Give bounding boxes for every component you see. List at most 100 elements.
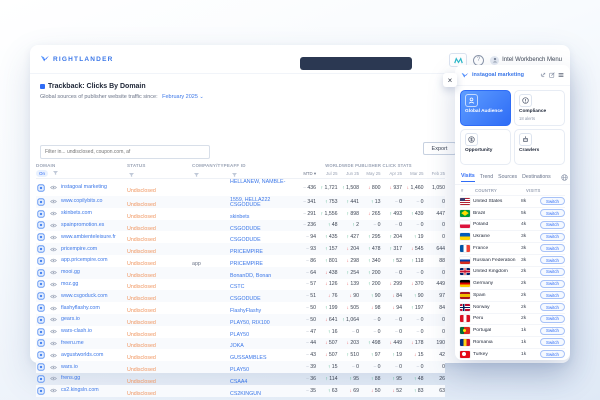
switch-button[interactable]: Switch (540, 197, 565, 205)
title-bullet-icon (40, 84, 45, 89)
date-filter[interactable]: February 2025 (162, 94, 198, 100)
tab-sources[interactable]: Sources (498, 174, 517, 182)
switch-button[interactable]: Switch (540, 338, 565, 346)
eye-icon[interactable] (49, 270, 58, 275)
domain-link[interactable]: www.copilybits.co (61, 198, 127, 205)
switch-button[interactable]: Switch (540, 291, 565, 299)
panel-close-button[interactable]: × (443, 73, 457, 87)
filter-input[interactable] (40, 145, 210, 159)
funnel-icon[interactable] (53, 171, 58, 176)
eye-icon[interactable] (49, 223, 58, 228)
domain-badge-icon[interactable] (36, 387, 46, 395)
switch-button[interactable]: Switch (540, 327, 565, 335)
link-icon[interactable] (540, 72, 546, 78)
domain-badge-icon[interactable] (36, 221, 46, 229)
switch-button[interactable]: Switch (540, 244, 565, 252)
domain-badge-icon[interactable] (36, 210, 46, 218)
column-header-domain[interactable]: DOMAIN (36, 163, 127, 168)
aff-id-link[interactable]: CS2KINGUN (230, 391, 261, 397)
domain-badge-icon[interactable] (36, 363, 46, 371)
switch-button[interactable]: Switch (540, 209, 565, 217)
domain-link[interactable]: www.csgoduck.com (61, 293, 127, 300)
domain-link[interactable]: wars.io (61, 364, 127, 371)
stat-value: ↑ 295 (359, 234, 381, 240)
switch-button[interactable]: Switch (540, 350, 565, 358)
country-row: Poland4kSwitch (460, 219, 565, 231)
domain-badge-icon[interactable] (36, 316, 46, 324)
tab-destinations[interactable]: Destinations (522, 174, 551, 182)
help-icon[interactable]: ? (473, 55, 484, 66)
domain-badge-icon[interactable] (36, 269, 46, 277)
switch-button[interactable]: Switch (540, 221, 565, 229)
card-opportunity[interactable]: Opportunity (460, 129, 511, 165)
eye-icon[interactable] (49, 306, 58, 311)
card-global-audience[interactable]: Global Audience (460, 90, 511, 126)
eye-icon[interactable] (49, 329, 58, 334)
filter-toggle[interactable]: On (36, 170, 48, 177)
switch-button[interactable]: Switch (540, 233, 565, 241)
domain-badge-icon[interactable] (36, 184, 46, 192)
tab-trend[interactable]: Trend (480, 174, 493, 182)
switch-button[interactable]: Switch (540, 268, 565, 276)
switch-button[interactable]: Switch (540, 256, 565, 264)
eye-icon[interactable] (49, 388, 58, 393)
eye-icon[interactable] (49, 282, 58, 287)
eye-icon[interactable] (49, 185, 58, 190)
domain-badge-icon[interactable] (36, 257, 46, 265)
domain-badge-icon[interactable] (36, 198, 46, 206)
eye-icon[interactable] (49, 199, 58, 204)
globe-icon[interactable] (561, 174, 568, 181)
domain-badge-icon[interactable] (36, 339, 46, 347)
domain-link[interactable]: gears.io (61, 316, 127, 323)
domain-badge-icon[interactable] (36, 375, 46, 383)
eye-icon[interactable] (49, 317, 58, 322)
menu-icon[interactable] (558, 72, 564, 78)
domain-badge-icon[interactable] (36, 233, 46, 241)
eye-icon[interactable] (49, 211, 58, 216)
chevron-down-icon[interactable]: ⌄ (199, 94, 203, 100)
eye-icon[interactable] (49, 365, 58, 370)
eye-icon[interactable] (49, 247, 58, 252)
domain-link[interactable]: app.pricempire.com (61, 257, 127, 264)
domain-link[interactable]: skinbets.com (61, 210, 127, 217)
domain-link[interactable]: www.ambienteleisure.fr (61, 234, 127, 241)
domain-link[interactable]: spainpromotion.es (61, 222, 127, 229)
card-crawlers[interactable]: Crawlers (514, 129, 565, 165)
eye-icon[interactable] (49, 376, 58, 381)
eye-icon[interactable] (49, 341, 58, 346)
eye-icon[interactable] (49, 353, 58, 358)
domain-badge-icon[interactable] (36, 245, 46, 253)
domain-link[interactable]: instagoal marketing (61, 184, 127, 191)
switch-button[interactable]: Switch (540, 315, 565, 323)
domain-link[interactable]: moz.gg (61, 281, 127, 288)
domain-link[interactable]: frens.gg (61, 375, 127, 382)
brand-logo[interactable]: RIGHTLANDER (40, 55, 114, 63)
switch-button[interactable]: Switch (540, 280, 565, 288)
edit-icon[interactable] (549, 72, 555, 78)
stat-value: ↑ 88 (359, 376, 381, 382)
funnel-icon[interactable] (129, 173, 134, 178)
eye-icon[interactable] (49, 258, 58, 263)
user-menu[interactable]: Intel Workbench Menu (490, 56, 562, 65)
domain-link[interactable]: wars-clash.io (61, 328, 127, 335)
domain-badge-icon[interactable] (36, 328, 46, 336)
domain-badge-icon[interactable] (36, 304, 46, 312)
card-compliance[interactable]: Compliance 18 alerts (514, 90, 565, 126)
funnel-icon[interactable] (194, 173, 199, 178)
eye-icon[interactable] (49, 294, 58, 299)
domain-link[interactable]: freeru.me (61, 340, 127, 347)
domain-link[interactable]: avgustworlds.com (61, 352, 127, 359)
domain-link[interactable]: mooi.gg (61, 269, 127, 276)
switch-button[interactable]: Switch (540, 303, 565, 311)
domain-link[interactable]: flashyflashy.com (61, 305, 127, 312)
domain-link[interactable]: cs2.kingsln.com (61, 387, 127, 394)
tab-visits[interactable]: Visits (461, 173, 475, 182)
domain-badge-icon[interactable] (36, 292, 46, 300)
domain-badge-icon[interactable] (36, 280, 46, 288)
export-button[interactable]: Export (423, 142, 456, 155)
domain-link[interactable]: pricempire.com (61, 246, 127, 253)
stat-value: 97 (424, 293, 446, 299)
domain-badge-icon[interactable] (36, 351, 46, 359)
stat-column-header[interactable]: MTD ▾ (292, 171, 316, 177)
eye-icon[interactable] (49, 235, 58, 240)
